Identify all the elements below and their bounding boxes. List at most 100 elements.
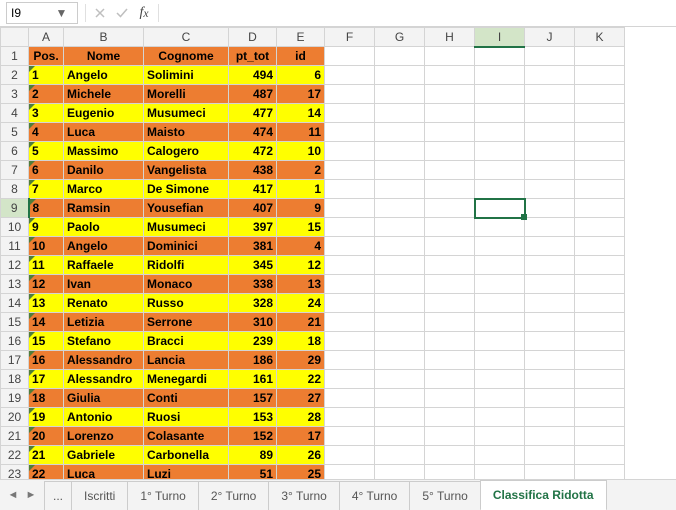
cell[interactable]: 1 bbox=[277, 180, 325, 199]
column-header[interactable]: K bbox=[575, 28, 625, 47]
cell[interactable]: 13 bbox=[277, 275, 325, 294]
cell[interactable]: Lancia bbox=[144, 351, 229, 370]
cell[interactable]: Angelo bbox=[64, 237, 144, 256]
cell[interactable] bbox=[325, 275, 375, 294]
cell[interactable] bbox=[475, 370, 525, 389]
cell[interactable]: Renato bbox=[64, 294, 144, 313]
cell[interactable] bbox=[575, 332, 625, 351]
cell[interactable] bbox=[475, 313, 525, 332]
cell[interactable] bbox=[525, 66, 575, 85]
cell[interactable]: Michele bbox=[64, 85, 144, 104]
row-header[interactable]: 19 bbox=[1, 389, 29, 408]
cell[interactable] bbox=[425, 370, 475, 389]
cell[interactable]: Danilo bbox=[64, 161, 144, 180]
cell[interactable]: 494 bbox=[229, 66, 277, 85]
sheet-tab[interactable]: 1° Turno bbox=[127, 481, 199, 510]
cell[interactable]: 12 bbox=[277, 256, 325, 275]
cell[interactable]: 17 bbox=[277, 85, 325, 104]
sheet-tab[interactable]: 4° Turno bbox=[339, 481, 411, 510]
cell[interactable] bbox=[525, 313, 575, 332]
cell[interactable]: 5 bbox=[29, 142, 64, 161]
cell[interactable] bbox=[525, 85, 575, 104]
cell[interactable]: 17 bbox=[29, 370, 64, 389]
cell[interactable] bbox=[525, 104, 575, 123]
cell[interactable] bbox=[475, 294, 525, 313]
cell[interactable] bbox=[325, 180, 375, 199]
cell[interactable]: Ramsin bbox=[64, 199, 144, 218]
cell[interactable]: 29 bbox=[277, 351, 325, 370]
cell[interactable] bbox=[375, 47, 425, 66]
cell[interactable]: 1 bbox=[29, 66, 64, 85]
cell[interactable] bbox=[375, 465, 425, 480]
cell[interactable] bbox=[375, 427, 425, 446]
cell[interactable]: Alessandro bbox=[64, 351, 144, 370]
cell[interactable]: 14 bbox=[277, 104, 325, 123]
cell[interactable] bbox=[425, 47, 475, 66]
cell[interactable] bbox=[325, 237, 375, 256]
cell[interactable]: Cognome bbox=[144, 47, 229, 66]
cell[interactable] bbox=[425, 218, 475, 237]
cell[interactable] bbox=[325, 427, 375, 446]
row-header[interactable]: 13 bbox=[1, 275, 29, 294]
cell[interactable]: 417 bbox=[229, 180, 277, 199]
cell[interactable] bbox=[375, 199, 425, 218]
cell[interactable] bbox=[375, 389, 425, 408]
formula-input[interactable] bbox=[162, 3, 676, 23]
row-header[interactable]: 22 bbox=[1, 446, 29, 465]
cell[interactable] bbox=[375, 237, 425, 256]
cell[interactable] bbox=[525, 218, 575, 237]
cell[interactable]: Menegardi bbox=[144, 370, 229, 389]
cell[interactable]: 51 bbox=[229, 465, 277, 480]
cell[interactable]: 13 bbox=[29, 294, 64, 313]
cell[interactable] bbox=[425, 66, 475, 85]
cell[interactable]: Luca bbox=[64, 465, 144, 480]
cell[interactable]: 9 bbox=[29, 218, 64, 237]
cell[interactable] bbox=[575, 370, 625, 389]
cell[interactable] bbox=[425, 85, 475, 104]
cell[interactable]: Eugenio bbox=[64, 104, 144, 123]
cell[interactable] bbox=[375, 351, 425, 370]
cell[interactable] bbox=[375, 408, 425, 427]
column-header[interactable]: H bbox=[425, 28, 475, 47]
cell[interactable]: 477 bbox=[229, 104, 277, 123]
cell[interactable] bbox=[475, 47, 525, 66]
cell[interactable] bbox=[575, 465, 625, 480]
cell[interactable] bbox=[425, 389, 475, 408]
row-header[interactable]: 8 bbox=[1, 180, 29, 199]
cell[interactable] bbox=[375, 142, 425, 161]
cell[interactable]: 397 bbox=[229, 218, 277, 237]
cell[interactable]: 11 bbox=[29, 256, 64, 275]
cell[interactable] bbox=[325, 370, 375, 389]
cell[interactable]: 3 bbox=[29, 104, 64, 123]
name-box[interactable]: I9 ▼ bbox=[6, 2, 78, 24]
sheet-tab[interactable]: 5° Turno bbox=[409, 481, 481, 510]
cell[interactable] bbox=[325, 408, 375, 427]
cell[interactable] bbox=[375, 85, 425, 104]
cell[interactable]: 14 bbox=[29, 313, 64, 332]
cell[interactable] bbox=[375, 256, 425, 275]
sheet-tab[interactable]: 3° Turno bbox=[268, 481, 340, 510]
cell[interactable] bbox=[525, 47, 575, 66]
cell[interactable] bbox=[525, 142, 575, 161]
cell[interactable]: Giulia bbox=[64, 389, 144, 408]
cell[interactable]: Musumeci bbox=[144, 104, 229, 123]
row-header[interactable]: 9 bbox=[1, 199, 29, 218]
cell[interactable] bbox=[575, 446, 625, 465]
cell[interactable] bbox=[325, 123, 375, 142]
cell[interactable] bbox=[425, 408, 475, 427]
cell[interactable] bbox=[575, 237, 625, 256]
cell[interactable] bbox=[575, 123, 625, 142]
tab-nav-prev-button[interactable]: ◄ bbox=[4, 485, 22, 505]
column-header[interactable]: G bbox=[375, 28, 425, 47]
cell[interactable] bbox=[575, 427, 625, 446]
cell[interactable]: 152 bbox=[229, 427, 277, 446]
cell[interactable]: id bbox=[277, 47, 325, 66]
column-header[interactable]: B bbox=[64, 28, 144, 47]
cell[interactable] bbox=[575, 218, 625, 237]
cell[interactable] bbox=[475, 85, 525, 104]
cell[interactable]: 310 bbox=[229, 313, 277, 332]
row-header[interactable]: 17 bbox=[1, 351, 29, 370]
row-header[interactable]: 16 bbox=[1, 332, 29, 351]
cell[interactable] bbox=[325, 85, 375, 104]
cell[interactable]: 17 bbox=[277, 427, 325, 446]
